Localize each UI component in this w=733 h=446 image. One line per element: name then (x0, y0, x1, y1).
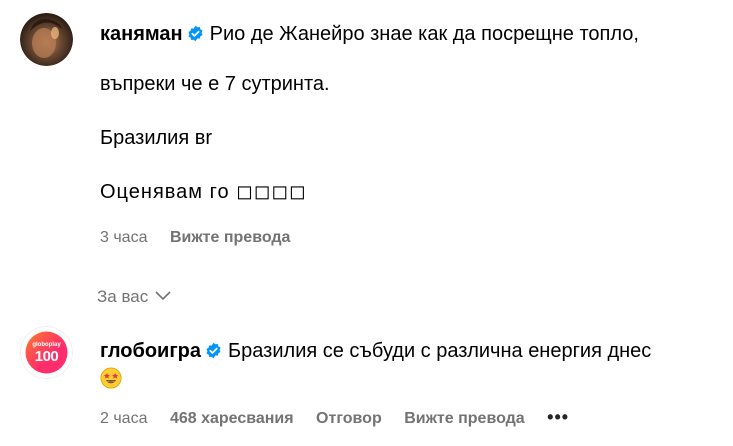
verified-badge-icon (187, 22, 204, 42)
avatar-number: 100 (34, 348, 59, 365)
comment-1-meta: 3 часа Вижте превода (100, 229, 308, 247)
username[interactable]: каняман (100, 23, 183, 45)
comment-body: каняман Рио де Жанейро знае как да посре… (100, 20, 720, 206)
username[interactable]: глобоигра (100, 340, 201, 362)
more-options-icon[interactable]: ••• (547, 407, 569, 427)
comment-text-line-3: Бразилия вr (100, 127, 213, 149)
star-struck-emoji-icon (100, 367, 122, 389)
for-you-sort[interactable]: За вас (97, 287, 172, 307)
timestamp: 2 часа (100, 410, 148, 427)
reply-button[interactable]: Отговор (316, 410, 382, 427)
comment-text: Бразилия се събуди с различна енергия дн… (228, 340, 652, 362)
comment-text-line-4: Оценявам го ◻◻◻◻ (100, 181, 307, 203)
comment-2-meta: 2 часа 468 харесвания Отговор Вижте прев… (100, 407, 587, 428)
likes-count-button[interactable]: 468 харесвания (170, 410, 294, 427)
chevron-down-icon (154, 287, 172, 307)
translate-button[interactable]: Вижте превода (404, 410, 525, 427)
comment-text-line-2: въпреки че е 7 сутринта. (100, 73, 330, 95)
avatar[interactable] (20, 13, 73, 66)
comment-line: каняман Рио де Жанейро знае как да посре… (100, 20, 720, 48)
for-you-label: За вас (97, 287, 149, 306)
comment-text-line-1: Рио де Жанейро знае как да посрещне топл… (209, 23, 639, 45)
comment-line: глобоигра Бразилия се събуди с различна … (100, 337, 720, 365)
comment-body: глобоигра Бразилия се събуди с различна … (100, 337, 720, 393)
emoji-line (100, 365, 720, 393)
timestamp: 3 часа (100, 229, 148, 246)
verified-badge-icon (205, 339, 222, 359)
translate-button[interactable]: Вижте превода (170, 229, 291, 246)
